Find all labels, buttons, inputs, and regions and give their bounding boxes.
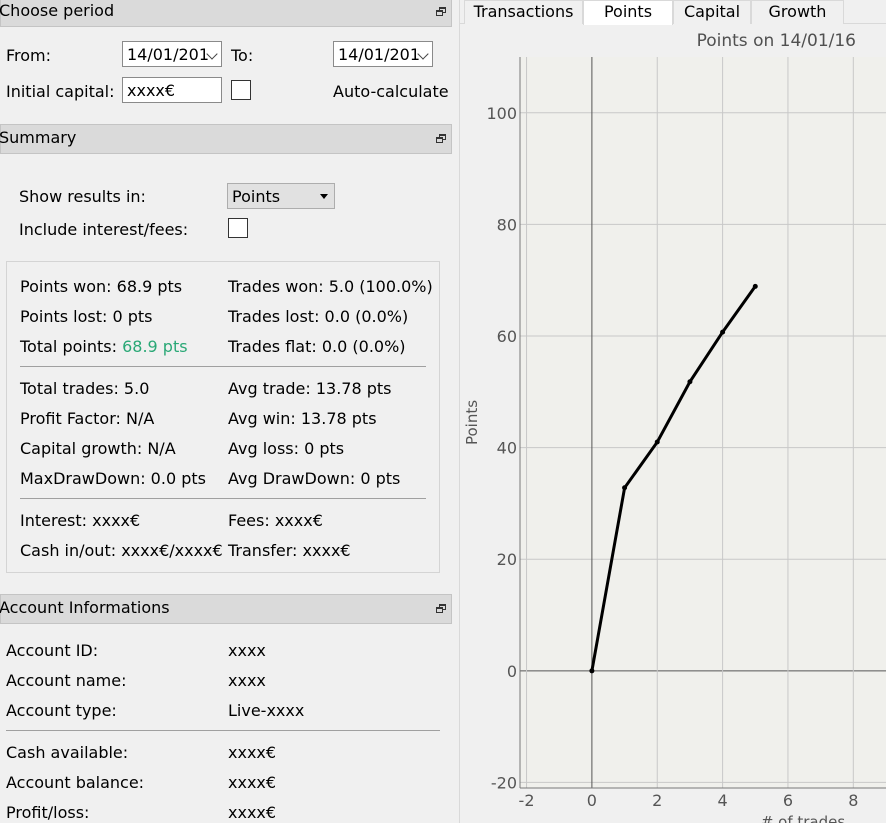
y-tick-label: -20 xyxy=(491,773,517,792)
max-drawdown: MaxDrawDown: 0.0 pts xyxy=(20,469,206,488)
dropdown-arrow-icon[interactable] xyxy=(320,194,328,199)
show-results-select[interactable]: Points xyxy=(227,183,335,209)
account-type-label: Account type: xyxy=(6,701,117,720)
account-id-label: Account ID: xyxy=(6,641,99,660)
x-tick-label: 2 xyxy=(652,791,662,810)
initial-capital-value: xxxx€ xyxy=(127,81,176,100)
cash-available-label: Cash available: xyxy=(6,743,129,762)
trades-lost: Trades lost: 0.0 (0.0%) xyxy=(228,307,409,326)
data-point xyxy=(720,329,726,335)
x-tick-label: -2 xyxy=(519,791,535,810)
from-date-field[interactable]: 14/01/201 xyxy=(122,41,222,67)
profit-loss-value: xxxx€ xyxy=(228,803,277,822)
x-axis-label: # of trades xyxy=(761,813,846,823)
capital-growth: Capital growth: N/A xyxy=(20,439,176,458)
points-won: Points won: 68.9 pts xyxy=(20,277,183,296)
cash-available-value: xxxx€ xyxy=(228,743,277,762)
x-tick-label: 8 xyxy=(848,791,858,810)
trades-won: Trades won: 5.0 (100.0%) xyxy=(228,277,433,296)
profit-factor: Profit Factor: N/A xyxy=(20,409,155,428)
from-label: From: xyxy=(6,46,52,65)
account-name-label: Account name: xyxy=(6,671,127,690)
y-tick-label: 0 xyxy=(507,662,517,681)
transfer: Transfer: xxxx€ xyxy=(228,541,351,560)
account-info-header[interactable]: Account Informations xyxy=(0,594,452,624)
show-results-label: Show results in: xyxy=(19,187,146,206)
data-point xyxy=(687,379,693,385)
points-chart: -20020406080100-2 0 2 4 6 8Points# of trades xyxy=(463,57,886,823)
trades-flat: Trades flat: 0.0 (0.0%) xyxy=(228,337,406,356)
float-window-icon[interactable] xyxy=(436,134,446,144)
profit-loss-label: Profit/loss: xyxy=(6,803,90,822)
initial-capital-input[interactable]: xxxx€ xyxy=(122,77,222,103)
auto-calculate-label: Auto-calculate xyxy=(333,82,449,101)
summary-header[interactable]: Summary xyxy=(0,124,452,154)
avg-drawdown: Avg DrawDown: 0 pts xyxy=(228,469,401,488)
divider xyxy=(20,366,426,367)
initial-capital-label: Initial capital: xyxy=(6,82,115,101)
summary-title: Summary xyxy=(0,128,77,147)
data-point xyxy=(654,439,660,445)
x-tick-label: 6 xyxy=(783,791,793,810)
float-window-icon[interactable] xyxy=(436,7,446,17)
account-info-title: Account Informations xyxy=(0,598,170,617)
y-tick-label: 40 xyxy=(497,439,517,458)
total-points: Total points: 68.9 pts xyxy=(20,337,188,356)
y-axis-label: Points xyxy=(463,400,481,445)
to-date-value: 14/01/201 xyxy=(338,45,421,64)
y-tick-label: 100 xyxy=(486,104,517,123)
left-panel: Choose period From: 14/01/201 To: 14/01/… xyxy=(0,0,455,823)
y-tick-label: 80 xyxy=(497,215,517,234)
include-fees-label: Include interest/fees: xyxy=(19,220,189,239)
to-label: To: xyxy=(231,46,254,65)
avg-trade: Avg trade: 13.78 pts xyxy=(228,379,392,398)
data-point xyxy=(589,668,595,674)
from-date-value: 14/01/201 xyxy=(127,45,210,64)
show-results-value: Points xyxy=(232,187,281,206)
stats-box: Points won: 68.9 pts Points lost: 0 pts … xyxy=(6,261,440,573)
total-points-label: Total points: xyxy=(20,337,123,356)
account-balance-label: Account balance: xyxy=(6,773,145,792)
cash-in-out: Cash in/out: xxxx€/xxxx€ xyxy=(20,541,223,560)
account-type-value: Live-xxxx xyxy=(228,701,305,720)
total-trades: Total trades: 5.0 xyxy=(20,379,150,398)
avg-loss: Avg loss: 0 pts xyxy=(228,439,345,458)
x-tick-label: 4 xyxy=(718,791,728,810)
to-date-field[interactable]: 14/01/201 xyxy=(333,41,433,67)
fees: Fees: xxxx€ xyxy=(228,511,323,530)
points-lost: Points lost: 0 pts xyxy=(20,307,153,326)
interest: Interest: xxxx€ xyxy=(20,511,141,530)
account-id-value: xxxx xyxy=(228,641,266,660)
data-point xyxy=(752,283,758,289)
choose-period-title: Choose period xyxy=(0,1,115,20)
y-tick-label: 20 xyxy=(497,550,517,569)
total-points-value: 68.9 pts xyxy=(122,337,188,356)
divider xyxy=(20,498,426,499)
account-name-value: xxxx xyxy=(228,671,266,690)
auto-calculate-checkbox[interactable] xyxy=(231,80,251,100)
float-window-icon[interactable] xyxy=(436,604,446,614)
plot-area xyxy=(520,57,886,788)
data-point xyxy=(622,485,628,491)
avg-win: Avg win: 13.78 pts xyxy=(228,409,377,428)
account-balance-value: xxxx€ xyxy=(228,773,277,792)
divider xyxy=(6,730,440,731)
include-fees-checkbox[interactable] xyxy=(228,218,248,238)
y-tick-label: 60 xyxy=(497,327,517,346)
choose-period-header[interactable]: Choose period xyxy=(0,0,452,27)
x-tick-label: 0 xyxy=(587,791,597,810)
chart-panel: Transactions Points Capital Growth Point… xyxy=(460,0,886,823)
